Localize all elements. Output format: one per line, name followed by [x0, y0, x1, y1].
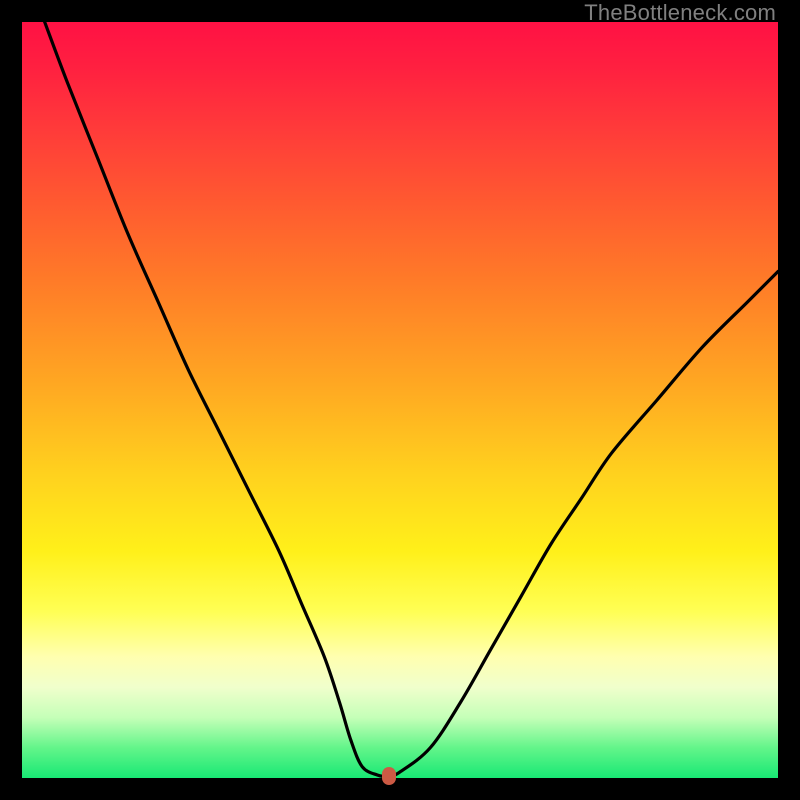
- minimum-marker: [382, 767, 396, 785]
- watermark-text: TheBottleneck.com: [584, 0, 776, 26]
- chart-frame: TheBottleneck.com: [0, 0, 800, 800]
- plot-area: [22, 22, 778, 778]
- bottleneck-curve: [22, 22, 778, 778]
